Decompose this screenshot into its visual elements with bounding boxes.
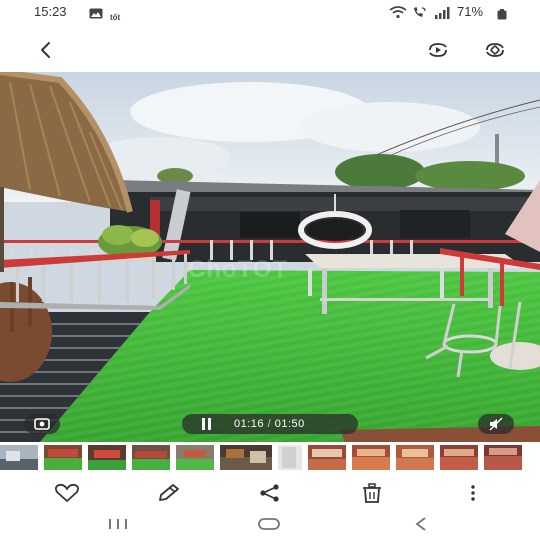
rotate-screen-icon[interactable] <box>481 36 509 64</box>
thumbnail[interactable] <box>176 445 214 470</box>
signal-icon <box>434 6 450 24</box>
system-navigation-bar <box>0 508 540 540</box>
thumbnail[interactable] <box>352 445 390 470</box>
thumbnail[interactable] <box>88 445 126 470</box>
thumbnail[interactable] <box>308 445 346 470</box>
capture-frame-icon[interactable] <box>24 414 60 434</box>
back-nav-icon[interactable] <box>406 514 436 534</box>
home-icon[interactable] <box>254 514 284 534</box>
viewer-toolbar <box>0 24 540 72</box>
playback-time: 01:16 / 01:50 <box>234 418 305 430</box>
thumbnail[interactable] <box>278 445 302 470</box>
recent-apps-icon[interactable] <box>103 514 133 534</box>
time-separator: / <box>267 418 272 430</box>
edit-icon[interactable] <box>155 482 183 504</box>
total-time: 01:50 <box>274 418 305 430</box>
thumbnail[interactable] <box>0 445 38 470</box>
status-bar: 15:23 tốt 71% <box>0 0 540 24</box>
thumbnail[interactable] <box>484 445 522 470</box>
more-options-icon[interactable] <box>459 482 487 504</box>
video-playback-controls[interactable]: 01:16 / 01:50 <box>182 414 358 434</box>
mute-icon[interactable] <box>478 414 514 434</box>
battery-percentage: 71% <box>457 4 484 19</box>
action-bar <box>0 478 540 508</box>
current-time: 01:16 <box>234 418 265 430</box>
wifi-calling-icon <box>412 6 428 24</box>
pause-icon[interactable] <box>202 418 216 430</box>
back-arrow-icon[interactable] <box>32 36 60 64</box>
thumbnail-strip[interactable] <box>0 445 540 473</box>
battery-icon <box>497 7 507 25</box>
status-time: 15:23 <box>34 4 67 19</box>
delete-icon[interactable] <box>358 482 386 504</box>
favorite-icon[interactable] <box>53 482 81 504</box>
watermark: ChoTOT <box>188 256 289 283</box>
thumbnail[interactable] <box>132 445 170 470</box>
thumbnail[interactable] <box>44 445 82 470</box>
video-frame[interactable]: ChoTOT <box>0 72 540 442</box>
video-player-icon[interactable] <box>424 36 452 64</box>
thumbnail[interactable] <box>396 445 434 470</box>
gallery-notification-icon <box>89 6 103 24</box>
svg-text:tốt: tốt <box>110 13 121 21</box>
thumbnail-current[interactable] <box>220 445 272 470</box>
wifi-icon <box>389 6 407 24</box>
thumbnail[interactable] <box>440 445 478 470</box>
share-icon[interactable] <box>256 482 284 504</box>
